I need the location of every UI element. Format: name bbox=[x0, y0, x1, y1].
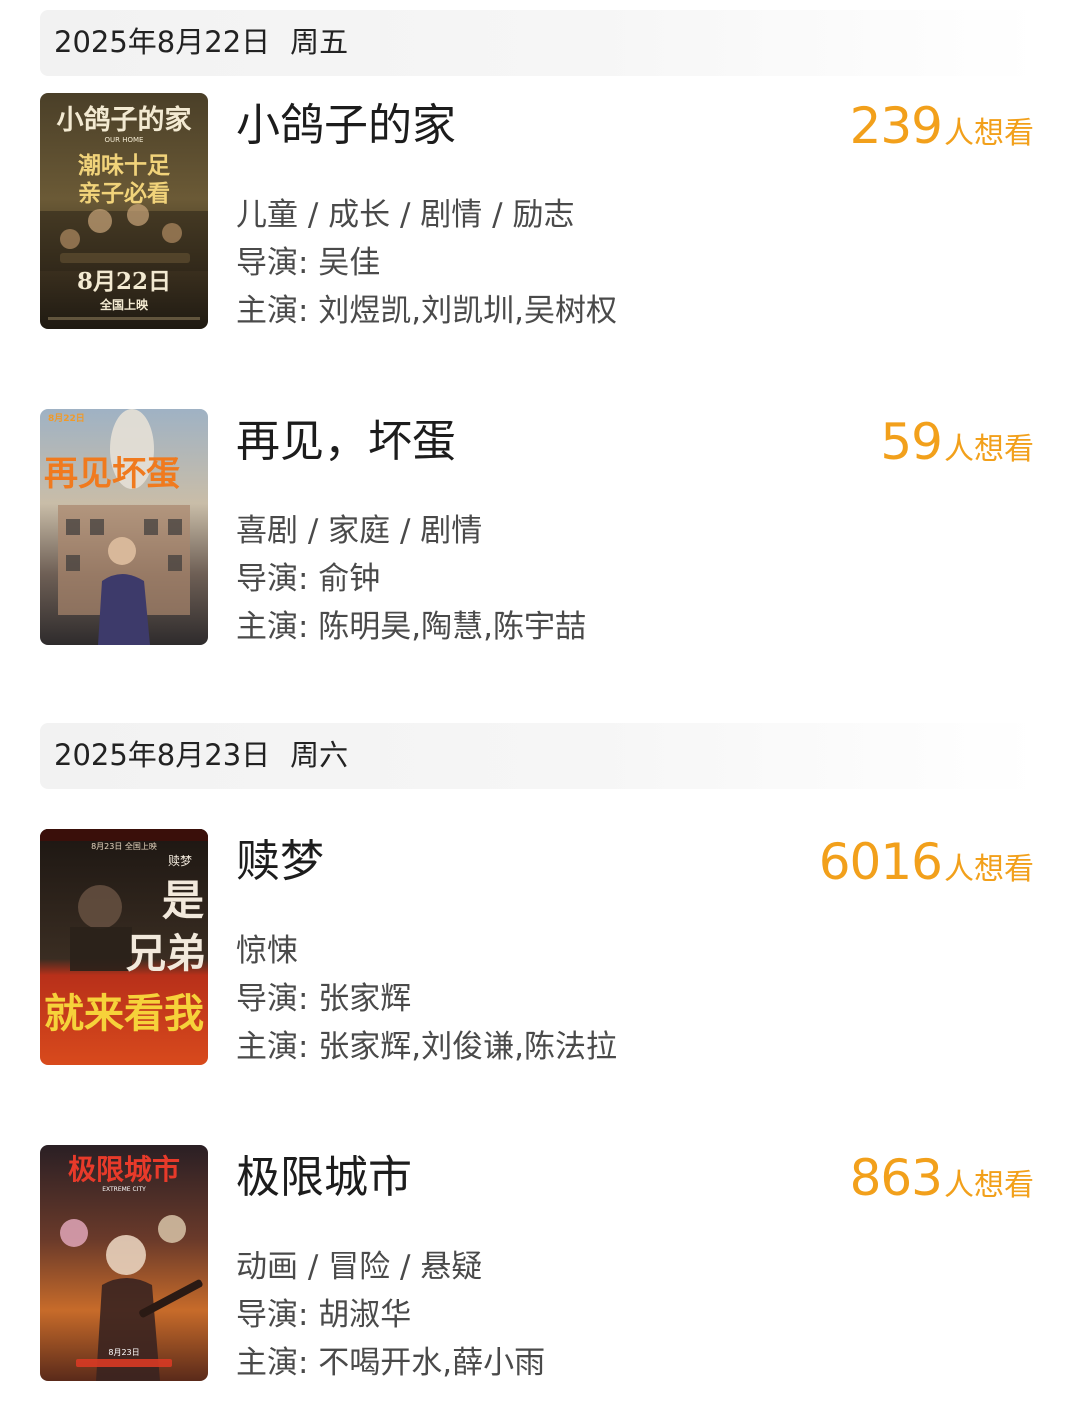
movie-item[interactable]: 8月22日 再见坏蛋 再见，坏蛋 59人想看 喜剧 / 家庭 / 剧情 导演: … bbox=[40, 409, 1040, 649]
want-count-unit: 人想看 bbox=[944, 116, 1034, 151]
want-to-see-count: 239人想看 bbox=[850, 97, 1034, 163]
poster-text: 兄弟 bbox=[126, 930, 206, 977]
movie-title[interactable]: 小鸽子的家 bbox=[236, 99, 456, 153]
weekday-label: 周五 bbox=[290, 25, 349, 59]
want-count-unit: 人想看 bbox=[944, 432, 1034, 467]
poster-tagline: 亲子必看 bbox=[78, 180, 170, 207]
want-to-see-count: 863人想看 bbox=[850, 1149, 1034, 1215]
poster-release-date: 8月23日 bbox=[108, 1348, 139, 1357]
movie-poster-image: 极限城市 EXTREME CITY 8月23日 bbox=[40, 1145, 208, 1381]
want-count-unit: 人想看 bbox=[944, 852, 1034, 887]
poster-top-text: 8月23日 全国上映 bbox=[91, 841, 157, 851]
want-count-number: 6016 bbox=[818, 833, 943, 891]
movie-item[interactable]: 极限城市 EXTREME CITY 8月23日 极限城市 863人想看 动画 /… bbox=[40, 1145, 1040, 1385]
movie-director: 导演: 吴佳 bbox=[236, 245, 381, 281]
movie-poster-image: 8月23日 全国上映 赎梦 是 兄弟 就来看我 bbox=[40, 829, 208, 1065]
movie-poster[interactable]: 小鸽子的家 OUR HOME 潮味十足 亲子必看 8月22日 全国上映 bbox=[40, 93, 208, 329]
movie-genres: 喜剧 / 家庭 / 剧情 bbox=[236, 513, 483, 549]
date-label: 2025年8月23日 bbox=[54, 738, 271, 772]
poster-top-text: 8月22日 bbox=[48, 413, 85, 424]
movie-poster[interactable]: 8月22日 再见坏蛋 bbox=[40, 409, 208, 645]
want-count-unit: 人想看 bbox=[944, 1168, 1034, 1203]
movie-genres: 动画 / 冒险 / 悬疑 bbox=[236, 1249, 483, 1285]
date-header: 2025年8月22日 周五 bbox=[40, 10, 1040, 76]
movie-title[interactable]: 赎梦 bbox=[236, 835, 324, 889]
date-label: 2025年8月22日 bbox=[54, 25, 271, 59]
movie-title[interactable]: 极限城市 bbox=[236, 1151, 412, 1205]
movie-poster-image: 小鸽子的家 OUR HOME 潮味十足 亲子必看 8月22日 全国上映 bbox=[40, 93, 208, 329]
movie-cast: 主演: 不喝开水,薛小雨 bbox=[236, 1345, 546, 1381]
poster-title-text: 极限城市 bbox=[68, 1153, 180, 1186]
poster-subtitle-text: EXTREME CITY bbox=[102, 1186, 146, 1193]
date-header: 2025年8月23日 周六 bbox=[40, 723, 1040, 789]
movie-item[interactable]: 小鸽子的家 OUR HOME 潮味十足 亲子必看 8月22日 全国上映 小鸽子的… bbox=[40, 93, 1040, 333]
poster-text: 就来看我 bbox=[44, 990, 204, 1037]
want-to-see-count: 6016人想看 bbox=[819, 833, 1034, 899]
want-count-number: 863 bbox=[849, 1149, 943, 1207]
movie-genres: 儿童 / 成长 / 剧情 / 励志 bbox=[236, 197, 575, 233]
release-schedule-list: 2025年8月22日 周五 小鸽子的家 OUR HOME 潮味十足 亲子必看 8… bbox=[0, 0, 1080, 1422]
movie-poster[interactable]: 8月23日 全国上映 赎梦 是 兄弟 就来看我 bbox=[40, 829, 208, 1065]
movie-title[interactable]: 再见，坏蛋 bbox=[236, 415, 456, 469]
movie-director: 导演: 胡淑华 bbox=[236, 1297, 412, 1333]
poster-title-text: 小鸽子的家 bbox=[57, 104, 192, 136]
weekday-label: 周六 bbox=[290, 738, 349, 772]
movie-director: 导演: 俞钟 bbox=[236, 561, 381, 597]
poster-release-date: 8月22日 bbox=[77, 268, 171, 295]
movie-item[interactable]: 8月23日 全国上映 赎梦 是 兄弟 就来看我 赎梦 6016人想看 惊悚 导演… bbox=[40, 829, 1040, 1069]
want-count-number: 59 bbox=[880, 413, 943, 471]
poster-subtitle-text: OUR HOME bbox=[105, 136, 144, 144]
poster-text: 是 bbox=[162, 876, 204, 925]
poster-title-text: 再见坏蛋 bbox=[44, 454, 180, 494]
movie-poster-image: 8月22日 再见坏蛋 bbox=[40, 409, 208, 645]
poster-tagline: 潮味十足 bbox=[78, 152, 170, 179]
movie-cast: 主演: 陈明昊,陶慧,陈宇喆 bbox=[236, 609, 587, 645]
poster-release-note: 全国上映 bbox=[99, 297, 149, 312]
want-to-see-count: 59人想看 bbox=[880, 413, 1034, 479]
movie-cast: 主演: 刘煜凯,刘凯圳,吴树权 bbox=[236, 293, 618, 329]
movie-poster[interactable]: 极限城市 EXTREME CITY 8月23日 bbox=[40, 1145, 208, 1381]
movie-genres: 惊悚 bbox=[236, 933, 298, 969]
movie-cast: 主演: 张家辉,刘俊谦,陈法拉 bbox=[236, 1029, 618, 1065]
poster-logo-text: 赎梦 bbox=[168, 854, 192, 868]
want-count-number: 239 bbox=[849, 97, 943, 155]
movie-director: 导演: 张家辉 bbox=[236, 981, 412, 1017]
